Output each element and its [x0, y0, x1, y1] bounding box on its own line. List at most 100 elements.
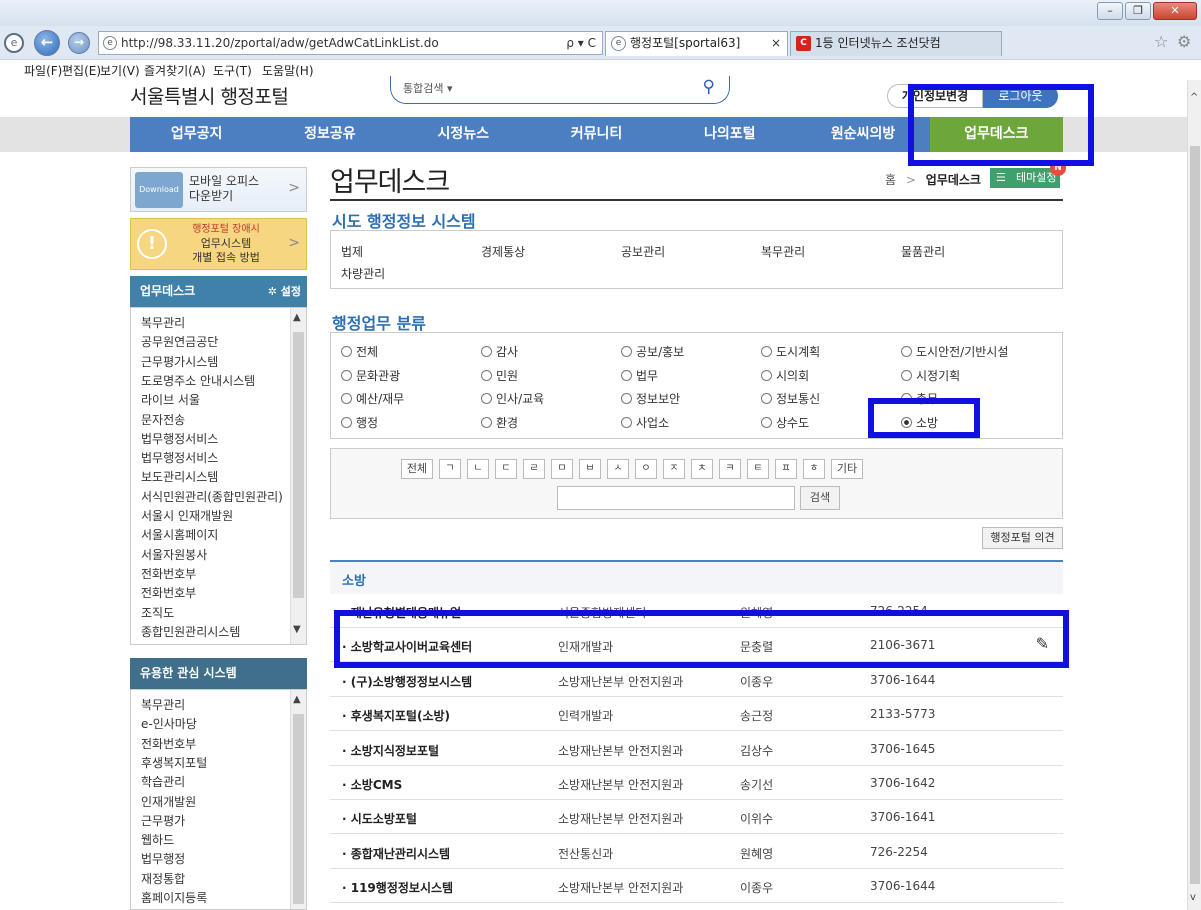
- gnb-item-myportal[interactable]: 나의포털: [663, 117, 796, 152]
- address-controls[interactable]: ρ ▾ C: [566, 32, 596, 54]
- consonant-button[interactable]: ㄹ: [523, 459, 545, 479]
- consonant-button[interactable]: ㅈ: [663, 459, 685, 479]
- category-radio[interactable]: 도시안전/기반시설: [901, 343, 1008, 360]
- portal-opinion-button[interactable]: 행정포털 의견: [982, 527, 1063, 549]
- system-name[interactable]: · 시도소방포털: [342, 810, 417, 827]
- category-radio[interactable]: 상수도: [761, 414, 809, 431]
- settings-gear-icon[interactable]: ⚙: [1177, 32, 1191, 51]
- consonant-all-button[interactable]: 전체: [401, 459, 433, 479]
- table-row[interactable]: · 시도소방포털 소방재난본부 안전지원과 이위수 3706-1641: [330, 800, 1063, 835]
- useful-system-link[interactable]: 학습관리: [141, 773, 185, 790]
- scroll-thumb[interactable]: [293, 332, 304, 598]
- consonant-button[interactable]: ㅎ: [803, 459, 825, 479]
- page-scroll-thumb[interactable]: [1190, 146, 1200, 884]
- table-row[interactable]: · 종합재난관리시스템 전산통신과 원혜영 726-2254: [330, 834, 1063, 869]
- system-name[interactable]: · 소방지식정보포털: [342, 742, 439, 759]
- radio-circle-icon[interactable]: [901, 346, 912, 357]
- consonant-etc-button[interactable]: 기타: [831, 459, 863, 479]
- menu-help[interactable]: 도움말(H): [262, 62, 314, 79]
- radio-circle-icon[interactable]: [481, 346, 492, 357]
- useful-system-link[interactable]: 인재개발원: [141, 793, 196, 810]
- system-name[interactable]: · 소방CMS: [342, 776, 402, 793]
- category-radio[interactable]: 행정: [341, 414, 378, 431]
- integrated-search[interactable]: 통합검색 ▾ ⚲: [390, 76, 730, 104]
- system-link[interactable]: 경제통상: [481, 243, 525, 260]
- restore-button[interactable]: ❐: [1125, 2, 1151, 20]
- consonant-button[interactable]: ㅂ: [579, 459, 601, 479]
- system-name[interactable]: · 종합재난관리시스템: [342, 845, 450, 862]
- sidebar-system-link[interactable]: 도로명주소 안내시스템: [141, 372, 255, 389]
- system-link[interactable]: 복무관리: [761, 243, 805, 260]
- table-row[interactable]: · 소방CMS 소방재난본부 안전지원과 송기선 3706-1642: [330, 766, 1063, 800]
- sidebar-system-link[interactable]: 조직도: [141, 604, 174, 621]
- category-radio[interactable]: 공보/홍보: [621, 343, 684, 360]
- scroll-down-icon[interactable]: ▼: [293, 624, 301, 635]
- keyword-input[interactable]: [557, 486, 795, 510]
- system-link[interactable]: 차량관리: [341, 265, 385, 282]
- radio-circle-icon[interactable]: [341, 416, 352, 428]
- gnb-item-news[interactable]: 시정뉴스: [397, 117, 530, 152]
- radio-circle-icon[interactable]: [481, 393, 492, 404]
- useful-list-scrollbar[interactable]: ▲: [290, 690, 306, 909]
- category-radio[interactable]: 문화관광: [341, 367, 400, 384]
- category-radio[interactable]: 인사/교육: [481, 390, 544, 407]
- system-name[interactable]: · 119행정정보시스템: [342, 879, 453, 896]
- useful-system-link[interactable]: 후생복지포털: [141, 754, 207, 771]
- consonant-button[interactable]: ㄴ: [467, 459, 489, 479]
- table-row[interactable]: · 119행정정보시스템 소방재난본부 안전지원과 이종우 3706-1644: [330, 869, 1063, 904]
- menu-edit[interactable]: 편집(E): [62, 62, 101, 79]
- system-link[interactable]: 물품관리: [901, 243, 945, 260]
- radio-circle-icon[interactable]: [761, 346, 772, 357]
- category-radio[interactable]: 정보통신: [761, 390, 820, 407]
- system-name[interactable]: · (구)소방행정정보시스템: [342, 673, 472, 690]
- sidebar-system-link[interactable]: 종합민원관리시스템: [141, 623, 240, 640]
- category-radio[interactable]: 감사: [481, 343, 518, 360]
- workdesk-list-scrollbar[interactable]: ▲ ▼: [290, 308, 306, 644]
- system-link[interactable]: 법제: [341, 243, 363, 260]
- gnb-item-share[interactable]: 정보공유: [263, 117, 396, 152]
- radio-circle-icon[interactable]: [341, 369, 352, 381]
- consonant-button[interactable]: ㅅ: [607, 459, 629, 479]
- radio-circle-icon[interactable]: [761, 393, 772, 404]
- sidebar-system-link[interactable]: 서식민원관리(종합민원관리): [141, 488, 283, 505]
- sidebar-system-link[interactable]: 서울시 인재개발원: [141, 507, 233, 524]
- scroll-up-icon[interactable]: ▲: [293, 312, 301, 323]
- sidebar-system-link[interactable]: 전화번호부: [141, 584, 196, 601]
- settings-link[interactable]: ✲ 설정: [268, 276, 301, 307]
- favorites-star-icon[interactable]: ☆: [1154, 32, 1168, 51]
- radio-circle-icon[interactable]: [341, 393, 352, 404]
- useful-system-link[interactable]: 근무평가: [141, 812, 185, 829]
- scroll-up-icon[interactable]: ^: [1190, 92, 1198, 103]
- consonant-button[interactable]: ㅊ: [691, 459, 713, 479]
- sidebar-system-link[interactable]: 복무관리: [141, 314, 185, 331]
- useful-system-link[interactable]: 재정통합: [141, 870, 185, 887]
- tab-close-icon[interactable]: ×: [771, 32, 781, 55]
- sidebar-system-link[interactable]: 근무평가시스템: [141, 353, 218, 370]
- sidebar-system-link[interactable]: 법무행정서비스: [141, 430, 218, 447]
- system-link[interactable]: 공보관리: [621, 243, 665, 260]
- consonant-button[interactable]: ㅁ: [551, 459, 573, 479]
- table-row[interactable]: · 데이터통계분석시스템소방재난본부 안전지원과김상수3706-1645: [330, 903, 1063, 910]
- category-radio[interactable]: 도시계획: [761, 343, 820, 360]
- table-row[interactable]: · 소방지식정보포털 소방재난본부 안전지원과 김상수 3706-1645: [330, 731, 1063, 766]
- radio-circle-icon[interactable]: [621, 369, 632, 381]
- radio-circle-icon[interactable]: [621, 346, 632, 357]
- radio-circle-icon[interactable]: [621, 393, 632, 404]
- useful-system-link[interactable]: 홈페이지등록: [141, 889, 207, 906]
- category-radio[interactable]: 환경: [481, 414, 518, 431]
- scroll-thumb[interactable]: [293, 714, 304, 904]
- theme-settings-button[interactable]: ☰ 테마설정 N: [990, 160, 1066, 188]
- category-radio[interactable]: 민원: [481, 367, 518, 384]
- breadcrumb-home[interactable]: 홈: [885, 173, 896, 187]
- category-radio[interactable]: 법무: [621, 367, 658, 384]
- consonant-button[interactable]: ㅋ: [719, 459, 741, 479]
- close-window-button[interactable]: ✕: [1153, 2, 1197, 20]
- consonant-button[interactable]: ㅌ: [747, 459, 769, 479]
- site-name[interactable]: 서울특별시 행정포털: [130, 82, 289, 109]
- useful-system-link[interactable]: e-인사마당: [141, 715, 197, 732]
- radio-circle-icon[interactable]: [761, 369, 772, 381]
- radio-circle-icon[interactable]: [621, 416, 632, 428]
- scroll-down-icon[interactable]: v: [1190, 892, 1196, 903]
- sidebar-system-link[interactable]: 전화번호부: [141, 565, 196, 582]
- category-radio[interactable]: 사업소: [621, 414, 669, 431]
